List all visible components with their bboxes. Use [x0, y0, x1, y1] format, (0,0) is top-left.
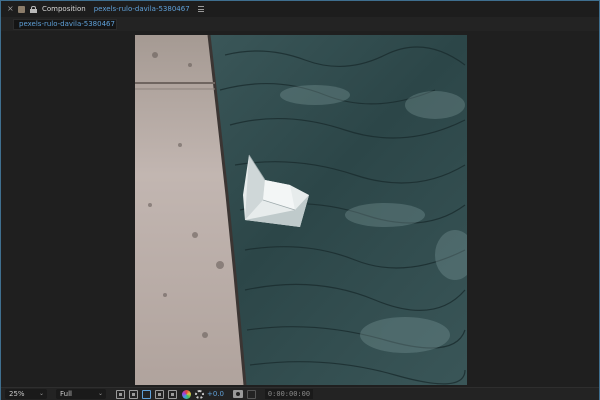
reset-exposure-icon[interactable]: [195, 389, 204, 399]
resolution-value: Full: [60, 390, 72, 398]
label-color-swatch[interactable]: [18, 5, 25, 13]
resolution-dropdown[interactable]: Full ⌄: [56, 389, 106, 399]
transparency-grid-icon[interactable]: [129, 389, 138, 399]
panel-title: Composition: [42, 5, 86, 13]
guides-icon[interactable]: [168, 389, 177, 399]
region-of-interest-icon[interactable]: [142, 389, 151, 399]
snapshot-camera-icon[interactable]: [233, 390, 243, 398]
color-channels-icon[interactable]: [182, 389, 191, 399]
composition-name[interactable]: pexels-rulo-davila-5380467: [94, 5, 190, 13]
composition-tab-bar: pexels-rulo-davila-5380467: [1, 17, 599, 31]
fast-previews-icon[interactable]: [116, 389, 125, 399]
lock-icon[interactable]: [30, 5, 37, 13]
show-snapshot-icon[interactable]: [247, 389, 256, 399]
composition-panel: × Composition pexels-rulo-davila-5380467…: [0, 0, 600, 400]
zoom-dropdown[interactable]: 25% ⌄: [5, 389, 47, 399]
exposure-value[interactable]: +0.0: [207, 390, 224, 398]
composition-viewer[interactable]: [1, 31, 599, 387]
close-panel-button[interactable]: ×: [7, 5, 14, 13]
viewer-toolbar: 25% ⌄ Full ⌄ +0.0 0:00:00:00: [1, 387, 599, 400]
paper-boat-photo: [135, 35, 467, 385]
mask-visibility-icon[interactable]: [155, 389, 164, 399]
tab-composition[interactable]: pexels-rulo-davila-5380467: [13, 19, 117, 30]
chevron-down-icon: ⌄: [97, 390, 103, 397]
composition-frame: [135, 35, 467, 385]
hamburger-menu-icon[interactable]: [197, 6, 204, 12]
chevron-down-icon: ⌄: [38, 390, 44, 397]
panel-header: × Composition pexels-rulo-davila-5380467: [1, 1, 599, 17]
zoom-value: 25%: [9, 390, 25, 398]
current-time-display[interactable]: 0:00:00:00: [265, 389, 313, 399]
